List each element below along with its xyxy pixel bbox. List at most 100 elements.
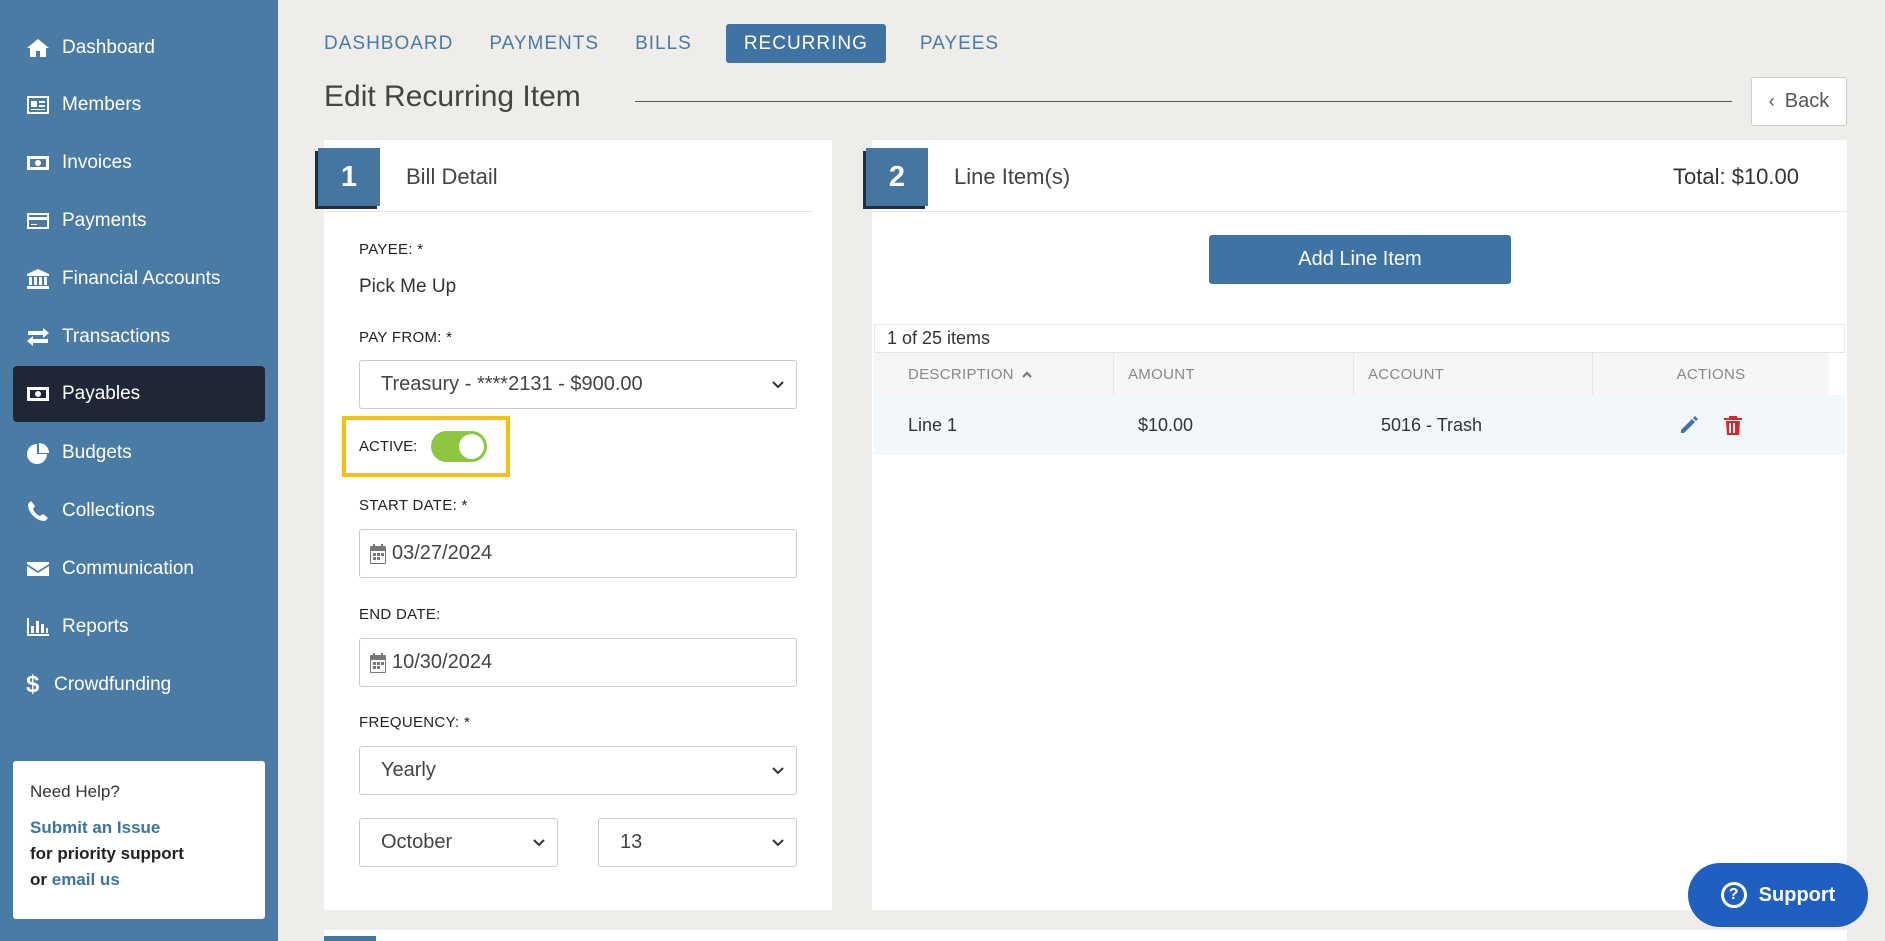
step-badge: 1 [318, 148, 380, 206]
sidebar-item-label: Financial Accounts [62, 268, 221, 289]
chevron-down-icon [533, 839, 545, 847]
sidebar-item-members[interactable]: Members [13, 77, 265, 133]
active-field-highlight: ACTIVE: [342, 416, 510, 477]
frequency-value: Yearly [381, 759, 436, 781]
sidebar-item-label: Reports [62, 616, 129, 637]
chevron-up-icon [1022, 371, 1032, 378]
sidebar-item-budgets[interactable]: Budgets [13, 425, 265, 481]
trash-icon[interactable] [1722, 414, 1744, 436]
home-icon [26, 37, 56, 59]
submit-issue-link[interactable]: Submit an Issue [30, 818, 160, 837]
day-value: 13 [620, 831, 643, 853]
sidebar-item-label: Invoices [62, 152, 132, 173]
column-header-actions: ACTIONS [1676, 365, 1746, 383]
chevron-down-icon [772, 381, 784, 389]
panel-heading: Line Item(s) [954, 164, 1071, 189]
sidebar-item-label: Dashboard [62, 37, 155, 58]
step-badge-edge [324, 936, 376, 941]
table-header: DESCRIPTION AMOUNT ACCOUNT ACTIONS [874, 353, 1829, 395]
column-header-amount[interactable]: AMOUNT [1114, 353, 1354, 395]
pay-from-select[interactable]: Treasury - ****2131 - $900.00 [359, 360, 797, 409]
bill-detail-panel: 1 Bill Detail PAYEE: * Pick Me Up PAY FR… [318, 140, 832, 910]
active-label: ACTIVE: [359, 438, 418, 455]
tab-payments[interactable]: PAYMENTS [471, 24, 617, 63]
tab-payees[interactable]: PAYEES [902, 24, 1017, 63]
column-header-account[interactable]: ACCOUNT [1354, 353, 1593, 395]
frequency-label: FREQUENCY: * [359, 714, 471, 731]
sidebar-item-label: Payables [62, 383, 141, 404]
sidebar-item-dashboard[interactable]: Dashboard [13, 20, 265, 76]
support-button[interactable]: ? Support [1688, 863, 1868, 927]
sidebar-item-label: Budgets [62, 442, 132, 463]
frequency-select[interactable]: Yearly [359, 746, 797, 795]
sidebar-item-reports[interactable]: Reports [13, 599, 265, 655]
pencil-icon[interactable] [1678, 414, 1700, 436]
chevron-down-icon [772, 839, 784, 847]
start-date-value: 03/27/2024 [392, 542, 493, 564]
money-bill-icon [26, 152, 56, 174]
sidebar-item-payments[interactable]: Payments [13, 193, 265, 249]
email-us-link[interactable]: email us [52, 870, 120, 889]
tab-bills[interactable]: BILLS [617, 24, 710, 63]
help-box: Need Help? Submit an Issue for priority … [13, 761, 265, 919]
sidebar: Dashboard Members Invoices Payments Fina… [0, 0, 278, 941]
priority-support-text: for priority support [30, 844, 184, 863]
cell-description: Line 1 [908, 414, 958, 435]
bar-chart-icon [26, 616, 56, 638]
pie-chart-icon [26, 442, 56, 464]
tab-dashboard[interactable]: DASHBOARD [324, 24, 471, 63]
end-date-label: END DATE: [359, 606, 441, 623]
step-badge: 2 [866, 148, 928, 206]
month-value: October [381, 831, 453, 853]
active-toggle[interactable] [431, 431, 488, 462]
start-date-input[interactable]: 03/27/2024 [359, 529, 797, 578]
sidebar-item-label: Communication [62, 558, 194, 579]
total-amount: Total: $10.00 [1673, 164, 1799, 189]
sidebar-item-transactions[interactable]: Transactions [13, 309, 265, 365]
bank-icon [26, 268, 56, 290]
sidebar-item-financial-accounts[interactable]: Financial Accounts [13, 251, 265, 307]
tab-recurring[interactable]: RECURRING [725, 24, 886, 63]
column-header-description[interactable]: DESCRIPTION [874, 353, 1114, 395]
envelope-icon [26, 558, 56, 580]
table-row: Line 1 $10.00 5016 - Trash [874, 395, 1845, 455]
cell-actions [1593, 395, 1829, 455]
sidebar-item-invoices[interactable]: Invoices [13, 135, 265, 191]
start-date-label: START DATE: * [359, 497, 468, 514]
sidebar-item-collections[interactable]: Collections [13, 483, 265, 539]
panel-heading: Bill Detail [406, 164, 498, 189]
panel-divider [872, 211, 1847, 212]
dollar-icon: $ [26, 671, 40, 698]
credit-card-icon [26, 210, 56, 232]
back-button-label: Back [1784, 90, 1830, 112]
sidebar-item-label: Members [62, 94, 142, 115]
day-select[interactable]: 13 [598, 818, 797, 867]
panel-divider [324, 211, 812, 212]
money-bill-icon [26, 383, 56, 405]
exchange-icon [26, 326, 56, 348]
chevron-down-icon [772, 767, 784, 775]
payee-value: Pick Me Up [359, 276, 457, 297]
cell-amount: $10.00 [1138, 414, 1194, 435]
sidebar-item-payables[interactable]: Payables [13, 366, 265, 422]
sidebar-item-communication[interactable]: Communication [13, 541, 265, 597]
chevron-left-icon: ‹ [1768, 91, 1775, 111]
sidebar-item-label: Crowdfunding [54, 674, 172, 695]
toggle-knob [459, 434, 485, 459]
sidebar-item-label: Payments [62, 210, 147, 231]
back-button[interactable]: ‹ Back [1751, 77, 1847, 126]
line-items-panel: 2 Line Item(s) Total: $10.00 Add Line It… [866, 140, 1847, 910]
calendar-icon [370, 543, 386, 564]
add-line-item-button[interactable]: Add Line Item [1209, 235, 1511, 284]
cell-account: 5016 - Trash [1381, 414, 1483, 435]
top-nav: DASHBOARD PAYMENTS BILLS RECURRING PAYEE… [324, 24, 1017, 63]
month-select[interactable]: October [359, 818, 558, 867]
help-title: Need Help? [30, 782, 120, 801]
page-title: Edit Recurring Item [324, 80, 581, 113]
end-date-input[interactable]: 10/30/2024 [359, 638, 797, 687]
title-divider [635, 101, 1732, 102]
question-circle-icon: ? [1720, 882, 1747, 908]
sidebar-item-crowdfunding[interactable]: $ Crowdfunding [13, 657, 265, 713]
id-card-icon [26, 94, 56, 116]
payee-label: PAYEE: * [359, 241, 424, 258]
